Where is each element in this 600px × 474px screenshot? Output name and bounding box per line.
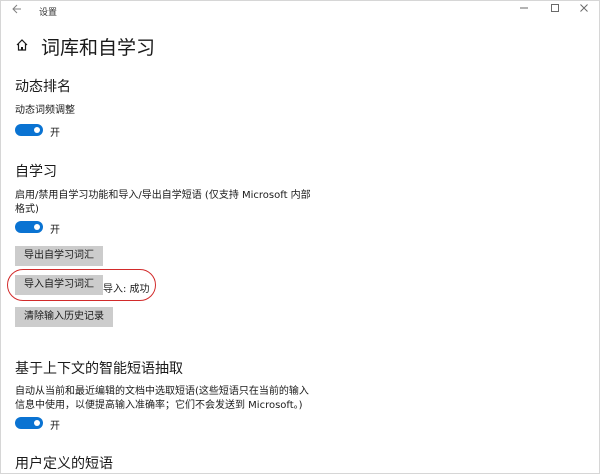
toggle-knob: [34, 127, 40, 133]
dynamic-frequency-toggle[interactable]: [15, 124, 43, 136]
context-phrases-description-line2: 信息中使用，以便提高输入准确率；它们不会发送到 Microsoft。): [15, 400, 303, 411]
highlight-ellipse: [7, 269, 156, 301]
self-learning-toggle[interactable]: [15, 221, 43, 233]
dynamic-frequency-toggle-state: 开: [50, 128, 60, 139]
minimize-icon[interactable]: [517, 3, 531, 17]
export-self-learning-button[interactable]: 导出自学习词汇: [15, 246, 103, 266]
window-title: 设置: [39, 8, 58, 18]
section-heading-context-phrases: 基于上下文的智能短语抽取: [15, 361, 183, 377]
self-learning-description-line1: 启用/禁用自学习功能和导入/导出自学短语 (仅支持 Microsoft 内部: [15, 190, 311, 201]
context-phrases-toggle-state: 开: [50, 421, 60, 432]
toggle-knob: [34, 420, 40, 426]
close-icon[interactable]: [577, 3, 591, 17]
dynamic-frequency-label: 动态词频调整: [15, 105, 75, 116]
home-icon: [15, 37, 29, 51]
self-learning-description-line2: 格式): [15, 204, 39, 215]
context-phrases-toggle[interactable]: [15, 417, 43, 429]
maximize-icon[interactable]: [548, 3, 562, 17]
page-title: 词库和自学习: [41, 37, 156, 59]
clear-input-history-button[interactable]: 清除输入历史记录: [15, 307, 113, 327]
section-heading-dynamic-ranking: 动态排名: [15, 79, 71, 95]
title-bar: 设置: [0, 0, 600, 22]
back-arrow-icon[interactable]: [10, 3, 24, 17]
self-learning-toggle-state: 开: [50, 225, 60, 236]
toggle-knob: [34, 224, 40, 230]
section-heading-user-phrases: 用户定义的短语: [15, 456, 113, 472]
section-heading-self-learning: 自学习: [15, 164, 57, 180]
context-phrases-description-line1: 自动从当前和最近编辑的文档中选取短语(这些短语只在当前的输入: [15, 386, 309, 397]
